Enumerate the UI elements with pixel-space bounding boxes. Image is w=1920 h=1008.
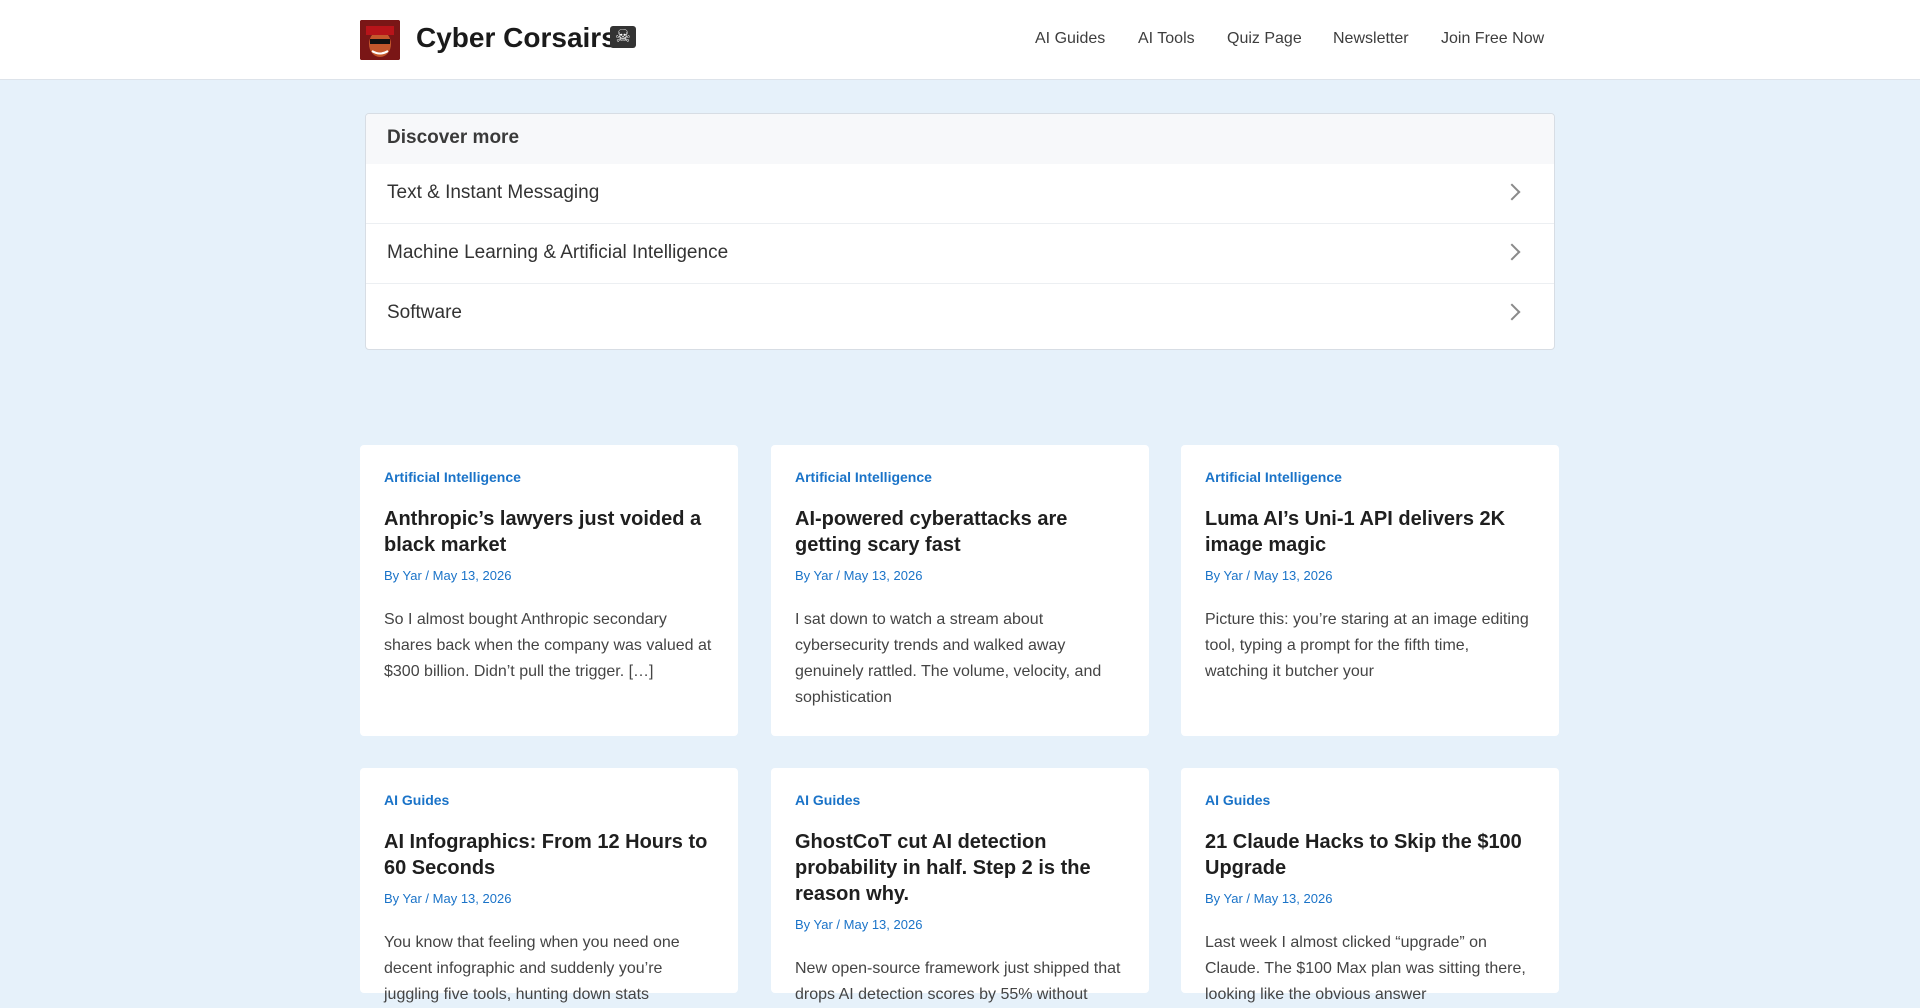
pirate-avatar-icon[interactable] — [360, 20, 400, 60]
discover-more-title: Discover more — [366, 114, 1554, 164]
post-card[interactable]: Artificial Intelligence AI-powered cyber… — [771, 445, 1149, 736]
nav-ai-guides[interactable]: AI Guides — [1035, 30, 1105, 48]
post-card[interactable]: AI Guides AI Infographics: From 12 Hours… — [360, 768, 738, 1003]
post-title[interactable]: Anthropic’s lawyers just voided a black … — [384, 506, 714, 558]
chevron-right-icon — [1503, 183, 1521, 201]
discover-more-panel: Discover more Text & Instant Messaging M… — [365, 113, 1555, 350]
post-category[interactable]: AI Guides — [1205, 792, 1535, 808]
post-card[interactable]: Artificial Intelligence Luma AI’s Uni-1 … — [1181, 445, 1559, 736]
post-category[interactable]: AI Guides — [795, 792, 1125, 808]
post-category[interactable]: Artificial Intelligence — [384, 469, 714, 485]
nav-ai-tools[interactable]: AI Tools — [1138, 30, 1195, 48]
post-excerpt: You know that feeling when you need one … — [384, 934, 680, 1003]
post-meta: By Yar / May 13, 2026 — [384, 891, 512, 906]
post-category[interactable]: AI Guides — [384, 792, 714, 808]
post-title[interactable]: AI-powered cyberattacks are getting scar… — [795, 506, 1125, 558]
discover-item-label: Text & Instant Messaging — [387, 182, 600, 203]
post-title[interactable]: GhostCoT cut AI detection probability in… — [795, 829, 1125, 907]
post-excerpt: I sat down to watch a stream about cyber… — [795, 611, 1102, 706]
post-card[interactable]: AI Guides GhostCoT cut AI detection prob… — [771, 768, 1149, 1003]
discover-item-software[interactable]: Software — [366, 284, 1554, 344]
post-meta: By Yar / May 13, 2026 — [795, 568, 923, 583]
post-category[interactable]: Artificial Intelligence — [1205, 469, 1535, 485]
post-category[interactable]: Artificial Intelligence — [795, 469, 1125, 485]
discover-item-machine-learning[interactable]: Machine Learning & Artificial Intelligen… — [366, 224, 1554, 284]
post-meta: By Yar / May 13, 2026 — [1205, 568, 1333, 583]
post-excerpt: Last week I almost clicked “upgrade” on … — [1205, 934, 1526, 1003]
nav-join-free-now[interactable]: Join Free Now — [1441, 30, 1544, 48]
skull-crossbones-icon: ☠ — [610, 26, 636, 48]
chevron-right-icon — [1503, 243, 1521, 261]
discover-item-label: Software — [387, 302, 462, 323]
post-card[interactable]: Artificial Intelligence Anthropic’s lawy… — [360, 445, 738, 736]
post-title[interactable]: Luma AI’s Uni-1 API delivers 2K image ma… — [1205, 506, 1535, 558]
site-header: Cyber Corsairs ☠ AI Guides AI Tools Quiz… — [0, 0, 1920, 80]
post-card[interactable]: AI Guides 21 Claude Hacks to Skip the $1… — [1181, 768, 1559, 1003]
post-meta: By Yar / May 13, 2026 — [384, 568, 512, 583]
post-excerpt: Picture this: you’re staring at an image… — [1205, 611, 1529, 680]
nav-quiz-page[interactable]: Quiz Page — [1227, 30, 1302, 48]
post-excerpt: New open-source framework just shipped t… — [795, 960, 1121, 1003]
nav-newsletter[interactable]: Newsletter — [1333, 30, 1409, 48]
chevron-right-icon — [1503, 303, 1521, 321]
post-excerpt: So I almost bought Anthropic secondary s… — [384, 611, 712, 680]
discover-item-text-messaging[interactable]: Text & Instant Messaging — [366, 164, 1554, 224]
site-title[interactable]: Cyber Corsairs — [416, 22, 617, 54]
post-meta: By Yar / May 13, 2026 — [795, 917, 923, 932]
post-title[interactable]: AI Infographics: From 12 Hours to 60 Sec… — [384, 829, 714, 881]
post-title[interactable]: 21 Claude Hacks to Skip the $100 Upgrade — [1205, 829, 1535, 881]
post-meta: By Yar / May 13, 2026 — [1205, 891, 1333, 906]
discover-item-label: Machine Learning & Artificial Intelligen… — [387, 242, 729, 263]
